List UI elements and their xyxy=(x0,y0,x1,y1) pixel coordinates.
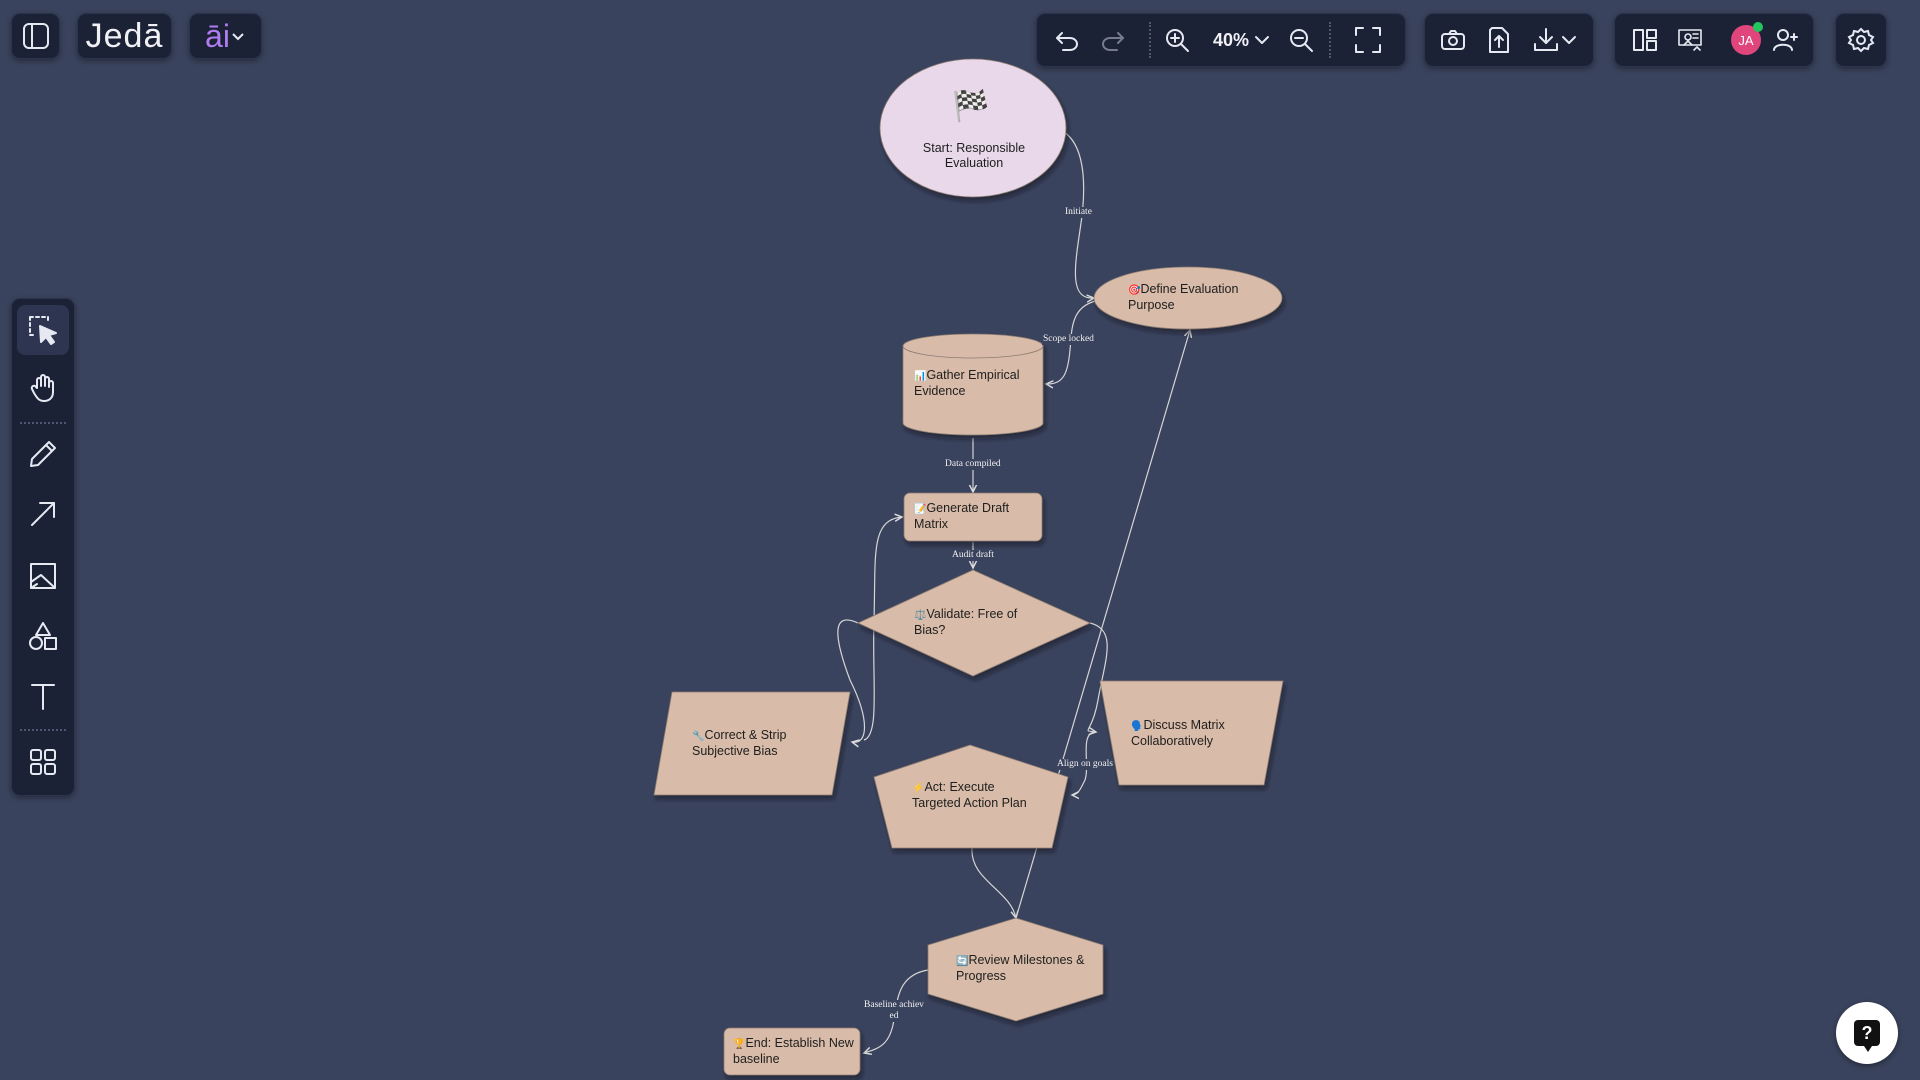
pen-tool[interactable] xyxy=(17,429,69,479)
ai-label: āi xyxy=(205,17,230,54)
undo-icon xyxy=(1056,32,1078,51)
camera-icon xyxy=(1441,30,1465,50)
edge-act-to-review[interactable] xyxy=(971,847,1016,918)
arrow-icon xyxy=(31,502,55,526)
shapes-tool[interactable] xyxy=(17,611,69,661)
scales-icon: ⚖️ xyxy=(914,610,927,621)
wrench-icon: 🔧 xyxy=(692,731,705,742)
grid-icon xyxy=(30,749,56,775)
node-start-label: Start: Responsible Evaluation xyxy=(922,141,1026,170)
zoom-out-icon xyxy=(1290,29,1313,52)
cycle-icon: 🔄 xyxy=(956,956,969,967)
node-validate-text: Validate: Free of Bias? xyxy=(914,607,1018,637)
chevron-down-icon xyxy=(1562,36,1576,44)
logo-text: Jedā xyxy=(85,16,164,55)
node-discuss-label: 🗣️Discuss Matrix Collaboratively xyxy=(1131,718,1251,749)
node-gather-label: 📊Gather Empirical Evidence xyxy=(914,368,1032,399)
node-define-label: 🎯Define Evaluation Purpose xyxy=(1128,282,1258,313)
node-end-label: 🏆End: Establish New baseline xyxy=(733,1036,857,1067)
sidebar-icon xyxy=(23,23,49,49)
edge-label-audit-draft: Audit draft xyxy=(951,550,995,561)
user-avatar[interactable]: JA xyxy=(1731,22,1763,55)
zoom-in-button[interactable] xyxy=(1157,20,1197,60)
select-cursor-icon xyxy=(29,316,57,345)
hand-icon xyxy=(30,374,54,402)
online-status-dot xyxy=(1753,22,1763,32)
edge-label-scope-locked: Scope locked xyxy=(1042,334,1095,345)
avatar-initials: JA xyxy=(1738,32,1754,48)
zoom-out-button[interactable] xyxy=(1281,20,1321,60)
edge-validate-to-discuss[interactable] xyxy=(1087,622,1108,732)
node-review-label: 🔄Review Milestones & Progress xyxy=(956,953,1086,984)
node-gather-text: Gather Empirical Evidence xyxy=(914,368,1020,398)
help-label: ? xyxy=(1861,1023,1873,1043)
tool-rail xyxy=(11,298,75,796)
fullscreen-icon xyxy=(1355,27,1381,53)
node-start[interactable] xyxy=(879,58,1067,198)
speaking-icon: 🗣️ xyxy=(1131,721,1144,732)
edge-label-baseline-achieved: Baseline achiev ed xyxy=(862,1000,926,1022)
hand-tool[interactable] xyxy=(17,363,69,413)
node-act-label: ⚡Act: Execute Targeted Action Plan xyxy=(912,780,1032,811)
zoom-dropdown[interactable]: 40% xyxy=(1207,20,1277,60)
target-icon: 🎯 xyxy=(1128,285,1141,296)
sidebar-toggle-button[interactable] xyxy=(11,13,60,59)
layout-button[interactable] xyxy=(1625,20,1665,60)
zoom-level: 40% xyxy=(1212,29,1250,50)
add-user-icon xyxy=(1773,29,1798,51)
help-button[interactable]: ? xyxy=(1836,1002,1898,1064)
lightning-icon: ⚡ xyxy=(912,783,925,794)
screenshot-button[interactable] xyxy=(1433,20,1473,60)
upload-icon xyxy=(1489,27,1509,53)
present-icon xyxy=(1678,29,1702,51)
node-correct-text: Correct & Strip Subjective Bias xyxy=(692,728,787,758)
trophy-icon: 🏆 xyxy=(733,1039,746,1050)
pencil-icon xyxy=(30,441,56,467)
fit-screen-button[interactable] xyxy=(1347,20,1389,60)
download-button[interactable] xyxy=(1523,20,1587,60)
ai-menu-button[interactable]: āi xyxy=(189,13,262,59)
node-define-text: Define Evaluation Purpose xyxy=(1128,282,1239,312)
logo-button[interactable]: Jedā xyxy=(77,13,172,59)
arrow-tool[interactable] xyxy=(17,489,69,539)
edge-label-initiate: Initiate xyxy=(1064,207,1093,218)
select-tool[interactable] xyxy=(17,305,69,355)
shapes-icon xyxy=(29,622,57,650)
edge-label-align-goals: Align on goals xyxy=(1056,759,1114,770)
image-tool[interactable] xyxy=(17,551,69,601)
redo-icon xyxy=(1102,32,1124,51)
present-button[interactable] xyxy=(1670,20,1710,60)
settings-icon xyxy=(1847,27,1875,53)
memo-icon: 📝 xyxy=(914,504,927,515)
add-user-button[interactable] xyxy=(1765,20,1805,60)
zoom-in-icon xyxy=(1166,29,1189,52)
node-review-text: Review Milestones & Progress xyxy=(956,953,1085,983)
text-icon xyxy=(31,684,55,710)
history-zoom-toolbar: 40% xyxy=(1036,13,1406,67)
export-toolbar xyxy=(1424,13,1594,67)
upload-button[interactable] xyxy=(1479,20,1519,60)
help-chat-icon: ? xyxy=(1854,1020,1880,1052)
node-end-text: End: Establish New baseline xyxy=(733,1036,854,1066)
node-correct-label: 🔧Correct & Strip Subjective Bias xyxy=(692,728,812,759)
components-tool[interactable] xyxy=(17,737,69,787)
download-icon xyxy=(1534,28,1558,51)
undo-button[interactable] xyxy=(1047,20,1087,60)
layout-icon xyxy=(1633,29,1657,51)
image-frame-icon xyxy=(30,563,56,589)
edge-label-data-compiled: Data compiled xyxy=(944,459,1002,470)
node-start-icon: 🏁 xyxy=(952,90,990,123)
redo-button[interactable] xyxy=(1093,20,1133,60)
settings-button[interactable] xyxy=(1835,13,1887,67)
node-draft-text: Generate Draft Matrix xyxy=(914,501,1010,531)
node-discuss-text: Discuss Matrix Collaboratively xyxy=(1131,718,1225,748)
chevron-down-icon xyxy=(1255,36,1270,44)
node-draft-label: 📝Generate Draft Matrix xyxy=(914,501,1034,532)
node-act-text: Act: Execute Targeted Action Plan xyxy=(912,780,1027,810)
node-validate-label: ⚖️Validate: Free of Bias? xyxy=(914,607,1034,638)
chart-icon: 📊 xyxy=(914,371,927,382)
text-tool[interactable] xyxy=(17,671,69,721)
chevron-down-icon xyxy=(232,33,244,41)
collab-toolbar: JA xyxy=(1614,13,1814,67)
